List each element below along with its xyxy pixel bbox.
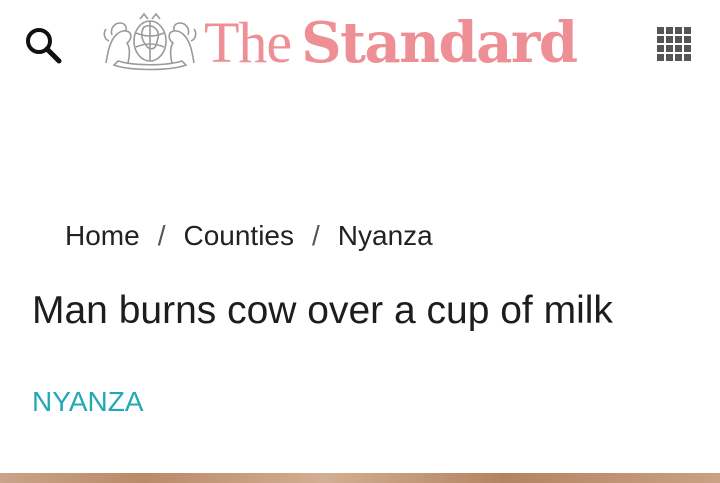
logo-standard-text: Standard (301, 9, 578, 76)
breadcrumb: Home / Counties / Nyanza (65, 216, 433, 256)
breadcrumb-separator: / (312, 220, 320, 251)
menu-button[interactable] (654, 24, 696, 66)
site-logo[interactable]: The Standard (100, 8, 620, 76)
breadcrumb-nyanza[interactable]: Nyanza (338, 220, 433, 252)
article-hero-image (0, 473, 720, 483)
coat-of-arms-icon (103, 12, 197, 71)
breadcrumb-separator: / (157, 220, 166, 251)
breadcrumb-counties[interactable]: Counties (183, 220, 294, 252)
site-header: The Standard (0, 0, 720, 90)
logo-the-text: The (204, 9, 292, 75)
search-icon (26, 28, 62, 64)
breadcrumb-home[interactable]: Home (65, 220, 140, 252)
article-title: Man burns cow over a cup of milk (32, 289, 613, 332)
grid-menu-icon (657, 27, 691, 61)
article-category-link[interactable]: NYANZA (32, 384, 144, 420)
search-button[interactable] (22, 24, 64, 66)
logo-wordmark: The Standard (204, 9, 578, 76)
